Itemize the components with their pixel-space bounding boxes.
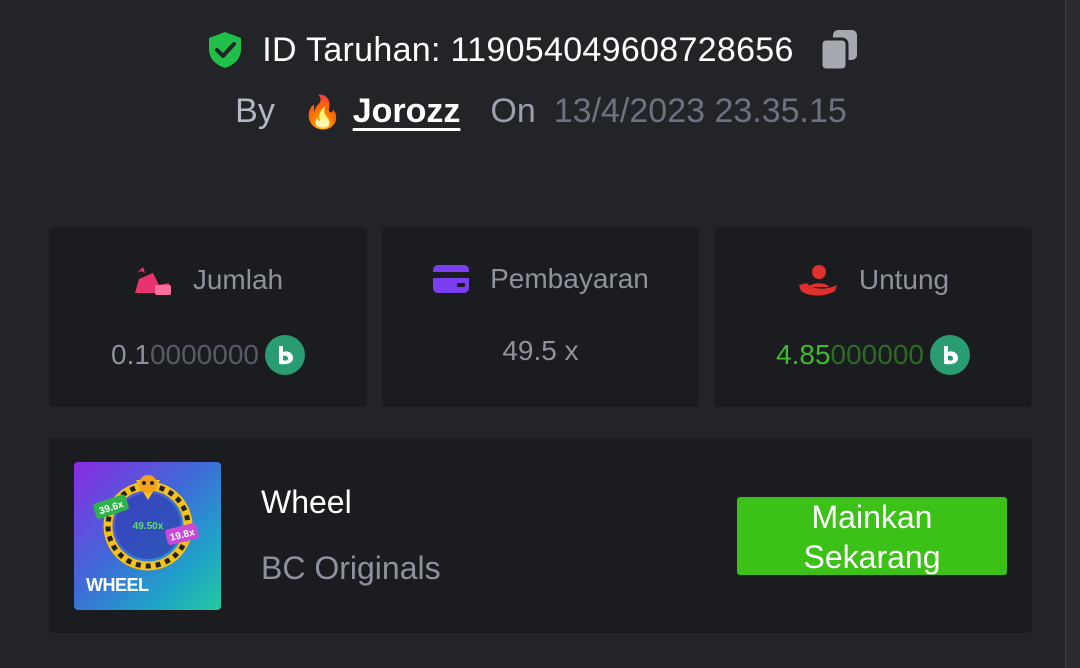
game-provider: BC Originals — [261, 550, 441, 586]
profit-card: Untung 4.85 000000 — [714, 227, 1032, 407]
by-label: By — [235, 92, 275, 130]
bet-id: ID Taruhan: 119054049608728656 — [262, 30, 794, 69]
bet-id-row: ID Taruhan: 119054049608728656 — [0, 28, 1066, 72]
on-label: On — [490, 92, 536, 130]
game-panel: 39.6x 49.50x 19.8x WHEEL Wheel BC Origin… — [49, 438, 1032, 633]
payout-label: Pembayaran — [490, 263, 649, 294]
payout-value: 49.5 x — [502, 335, 579, 366]
play-now-button[interactable]: Mainkan Sekarang — [737, 497, 1007, 575]
play-now-line2: Sekarang — [803, 539, 941, 575]
bet-date: 13/4/2023 23.35.15 — [553, 92, 847, 130]
game-thumbnail[interactable]: 39.6x 49.50x 19.8x WHEEL — [74, 462, 221, 610]
bet-meta-row: By 🔥 Jorozz On 13/4/2023 23.35.15 — [0, 92, 1080, 131]
play-now-line1: Mainkan — [811, 499, 933, 535]
amount-label: Jumlah — [192, 264, 284, 295]
verified-shield-icon — [209, 32, 242, 68]
thumbnail-title: WHEEL — [86, 575, 149, 595]
bc-coin-icon — [929, 335, 970, 375]
profit-value: 4.85 — [776, 339, 831, 370]
username-link[interactable]: Jorozz — [353, 92, 461, 131]
multiplier-2: 49.50x — [133, 521, 164, 532]
copy-icon[interactable] — [818, 28, 860, 72]
profit-hand-icon — [798, 265, 837, 296]
amount-value: 0.1 — [111, 339, 150, 370]
game-name: Wheel — [261, 484, 352, 520]
card-icon — [433, 265, 470, 293]
profit-value-decimals: 000000 — [830, 339, 924, 370]
amount-value-decimals: 0000000 — [149, 339, 259, 370]
fire-icon: 🔥 — [302, 93, 343, 130]
payout-card: Pembayaran 49.5 x — [382, 227, 699, 407]
bet-amount-icon — [134, 267, 171, 295]
bc-coin-icon — [264, 335, 305, 375]
amount-card: Jumlah 0.1 0000000 — [49, 227, 367, 407]
profit-label: Untung — [858, 264, 950, 295]
